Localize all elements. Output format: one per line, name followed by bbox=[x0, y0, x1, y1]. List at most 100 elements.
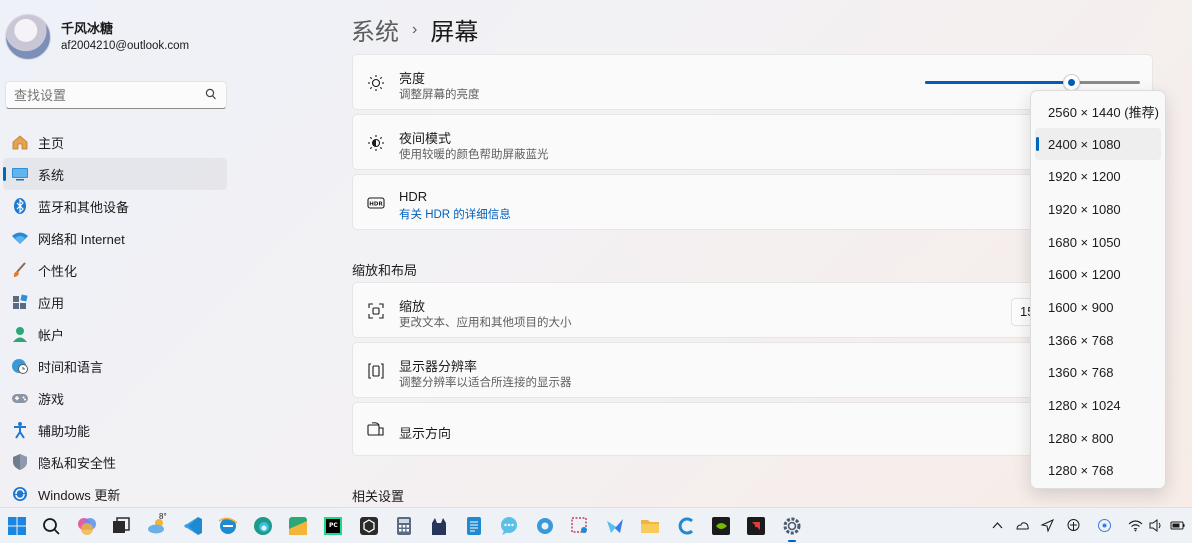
nvidia-icon[interactable] bbox=[710, 515, 732, 537]
sidebar-item-windows-update[interactable]: Windows 更新 bbox=[3, 478, 227, 510]
sidebar: 千风冰糖 af2004210@outlook.com 主页 系统 蓝 bbox=[0, 0, 240, 505]
sidebar-item-time-language[interactable]: 时间和语言 bbox=[3, 350, 227, 382]
home-icon bbox=[11, 133, 29, 151]
hdr-learn-more-link[interactable]: 有关 HDR 的详细信息 bbox=[399, 206, 511, 222]
sidebar-item-label: 时间和语言 bbox=[38, 359, 104, 375]
brightness-slider[interactable] bbox=[925, 74, 1140, 91]
wifi-status-icon[interactable] bbox=[1128, 518, 1143, 533]
resolution-icon bbox=[368, 363, 384, 379]
resolution-option[interactable]: 1920 × 1200 bbox=[1035, 160, 1161, 193]
system-icon bbox=[11, 165, 29, 183]
sidebar-item-label: 游戏 bbox=[38, 391, 65, 407]
resolution-option[interactable]: 1280 × 800 bbox=[1035, 422, 1161, 455]
apps-icon bbox=[11, 293, 29, 311]
sidebar-item-label: 隐私和安全性 bbox=[38, 455, 117, 471]
sidebar-item-label: 系统 bbox=[38, 167, 65, 183]
section-related-settings: 相关设置 bbox=[352, 489, 405, 504]
resolution-option[interactable]: 1920 × 1080 bbox=[1035, 193, 1161, 226]
app-c-icon[interactable] bbox=[675, 515, 697, 537]
sidebar-item-gaming[interactable]: 游戏 bbox=[3, 382, 227, 414]
snipping-tool-icon[interactable] bbox=[569, 515, 591, 537]
orientation-title: 显示方向 bbox=[399, 426, 452, 441]
notepad-icon[interactable] bbox=[463, 515, 485, 537]
scale-icon bbox=[368, 303, 384, 319]
brightness-icon bbox=[368, 75, 384, 91]
start-icon[interactable] bbox=[6, 515, 28, 537]
brightness-title: 亮度 bbox=[399, 71, 426, 86]
sidebar-item-label: 蓝牙和其他设备 bbox=[38, 199, 130, 215]
search-box[interactable] bbox=[5, 81, 227, 109]
resolution-option[interactable]: 1366 × 768 bbox=[1035, 324, 1161, 357]
file-explorer-icon[interactable] bbox=[639, 515, 661, 537]
vscode-icon[interactable] bbox=[182, 515, 204, 537]
resolution-option[interactable]: 1600 × 1200 bbox=[1035, 258, 1161, 291]
sidebar-item-network[interactable]: 网络和 Internet bbox=[3, 222, 227, 254]
resolution-option[interactable]: 1600 × 900 bbox=[1035, 291, 1161, 324]
location-icon[interactable] bbox=[1040, 518, 1055, 533]
breadcrumb-separator: › bbox=[412, 20, 418, 38]
page-title: 屏幕 bbox=[430, 19, 479, 46]
settings-app-icon[interactable] bbox=[534, 515, 556, 537]
gamepad-icon bbox=[11, 389, 29, 407]
weather-temperature: 8° bbox=[159, 512, 167, 521]
night-light-icon bbox=[368, 135, 384, 151]
scale-subtitle: 更改文本、应用和其他项目的大小 bbox=[399, 317, 572, 329]
settings-icon[interactable] bbox=[781, 515, 803, 537]
tray-app-icon[interactable] bbox=[1097, 518, 1112, 533]
account-icon bbox=[11, 325, 29, 343]
amd-icon[interactable] bbox=[745, 515, 767, 537]
section-scale-layout: 缩放和布局 bbox=[352, 263, 418, 278]
calculator-icon[interactable] bbox=[393, 515, 415, 537]
feishu-icon[interactable] bbox=[604, 515, 626, 537]
user-profile[interactable]: 千风冰糖 af2004210@outlook.com bbox=[5, 14, 189, 60]
task-view-icon[interactable] bbox=[110, 515, 132, 537]
night-light-title: 夜间模式 bbox=[399, 131, 452, 146]
breadcrumb-parent[interactable]: 系统 bbox=[351, 12, 399, 47]
accessibility-icon bbox=[11, 421, 29, 439]
resolution-option[interactable]: 1280 × 1024 bbox=[1035, 389, 1161, 422]
sidebar-item-accounts[interactable]: 帐户 bbox=[3, 318, 227, 350]
chat-icon[interactable] bbox=[498, 515, 520, 537]
scale-title: 缩放 bbox=[399, 299, 426, 314]
cat-app-icon[interactable] bbox=[428, 515, 450, 537]
battery-icon[interactable] bbox=[1170, 518, 1185, 533]
hdr-icon: HDR bbox=[367, 197, 385, 209]
svg-text:PC: PC bbox=[329, 522, 338, 529]
sidebar-item-accessibility[interactable]: 辅助功能 bbox=[3, 414, 227, 446]
resolution-option[interactable]: 1680 × 1050 bbox=[1035, 226, 1161, 259]
pycharm-icon[interactable]: PC bbox=[322, 515, 344, 537]
sidebar-item-label: 辅助功能 bbox=[38, 423, 91, 439]
unity-icon[interactable] bbox=[358, 515, 380, 537]
resolution-option[interactable]: 1360 × 768 bbox=[1035, 357, 1161, 390]
sidebar-item-label: 主页 bbox=[38, 135, 65, 151]
sidebar-item-privacy[interactable]: 隐私和安全性 bbox=[3, 446, 227, 478]
sidebar-item-bluetooth[interactable]: 蓝牙和其他设备 bbox=[3, 190, 227, 222]
sidebar-item-system[interactable]: 系统 bbox=[3, 158, 227, 190]
onedrive-icon[interactable] bbox=[1015, 518, 1030, 533]
search-input[interactable] bbox=[14, 87, 194, 103]
orientation-icon bbox=[367, 422, 384, 436]
resolution-option[interactable]: 2560 × 1440 (推荐) bbox=[1035, 95, 1161, 128]
user-name: 千风冰糖 bbox=[61, 21, 114, 36]
maps-icon[interactable] bbox=[287, 515, 309, 537]
brightness-slider-thumb[interactable] bbox=[1062, 74, 1080, 91]
sidebar-item-personalization[interactable]: 个性化 bbox=[3, 254, 227, 286]
volume-icon[interactable] bbox=[1148, 518, 1163, 533]
search-icon[interactable] bbox=[40, 515, 62, 537]
resolution-option[interactable]: 1280 × 768 bbox=[1035, 455, 1161, 488]
resolution-subtitle: 调整分辨率以适合所连接的显示器 bbox=[399, 377, 572, 389]
brightness-subtitle: 调整屏幕的亮度 bbox=[399, 89, 480, 101]
edge-icon[interactable] bbox=[252, 515, 274, 537]
breadcrumb: 系统 › 屏幕 bbox=[351, 12, 478, 47]
sidebar-item-apps[interactable]: 应用 bbox=[3, 286, 227, 318]
night-light-subtitle: 使用较暖的颜色帮助屏蔽蓝光 bbox=[399, 149, 549, 161]
sidebar-item-home[interactable]: 主页 bbox=[3, 126, 227, 158]
sidebar-item-label: 应用 bbox=[38, 295, 65, 311]
input-method-icon[interactable] bbox=[1066, 518, 1081, 533]
ie-icon[interactable] bbox=[217, 515, 239, 537]
resolution-option-selected[interactable]: 2400 × 1080 bbox=[1035, 127, 1161, 161]
search-icon[interactable] bbox=[205, 88, 217, 102]
chevron-up-icon[interactable] bbox=[990, 518, 1005, 533]
resolution-title: 显示器分辨率 bbox=[399, 359, 478, 374]
copilot-icon[interactable] bbox=[76, 515, 98, 537]
